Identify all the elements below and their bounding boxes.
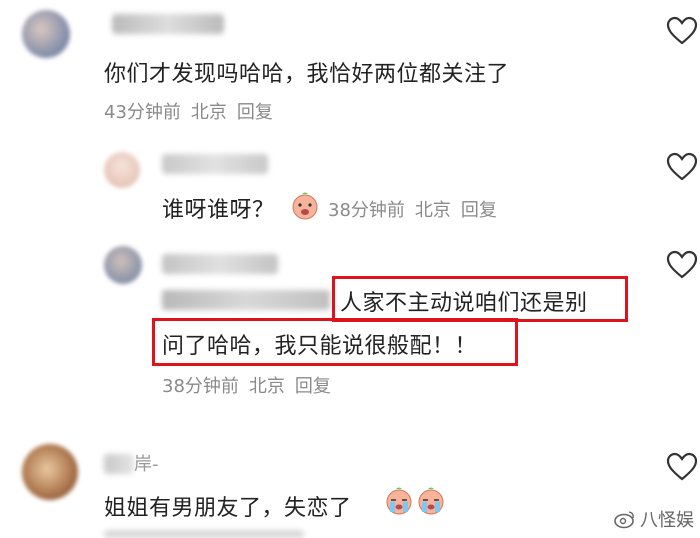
comment-text: 你们才发现吗哈哈，我恰好两位都关注了 — [104, 62, 510, 87]
like-heart-icon[interactable] — [666, 250, 698, 280]
weibo-logo-icon — [614, 511, 634, 529]
comment-text-line1: 人家不主动说咱们还是别 — [340, 291, 588, 316]
watermark: 八怪娱 — [614, 506, 694, 532]
watermark-text: 八怪娱 — [640, 510, 694, 531]
reply-button[interactable]: 回复 — [237, 102, 273, 123]
comment-time: 43分钟前 — [104, 102, 181, 123]
like-heart-icon[interactable] — [666, 452, 698, 482]
avatar[interactable] — [22, 444, 78, 500]
comment-location: 北京 — [190, 102, 227, 123]
reply-button[interactable]: 回复 — [295, 376, 331, 397]
comment-meta: 38分钟前 北京 回复 — [162, 372, 341, 398]
username-blurred[interactable] — [162, 154, 268, 174]
like-heart-icon[interactable] — [666, 152, 698, 182]
meta-cutoff — [104, 530, 304, 538]
comment-text: 姐姐有男朋友了，失恋了 — [104, 496, 352, 521]
avatar[interactable] — [22, 10, 70, 58]
comment-3: 人家不主动说咱们还是别 问了哈哈，我只能说很般配！！ 38分钟前 北京 回复 — [0, 240, 700, 410]
username-blurred[interactable] — [104, 454, 134, 474]
crying-peach-emoji-icon — [418, 487, 444, 515]
comment-1: 你们才发现吗哈哈，我恰好两位都关注了 43分钟前 北京 回复 — [0, 0, 700, 130]
mention-blurred — [162, 290, 330, 310]
comment-4: 岸- 姐姐有男朋友了，失恋了 — [0, 430, 700, 538]
comment-time: 38分钟前 — [328, 200, 405, 221]
crying-peach-emoji-icon — [386, 487, 412, 515]
like-heart-icon[interactable] — [666, 16, 698, 46]
comment-2: 谁呀谁呀？ 38分钟前 北京 回复 — [0, 140, 700, 230]
peach-face-emoji-icon — [292, 192, 318, 220]
avatar[interactable] — [104, 152, 140, 188]
username-blurred[interactable] — [162, 254, 278, 274]
comment-location: 北京 — [414, 200, 451, 221]
username-blurred[interactable] — [112, 14, 224, 34]
comment-text: 谁呀谁呀？ — [162, 198, 275, 223]
avatar[interactable] — [104, 246, 142, 284]
comment-time: 38分钟前 — [162, 376, 239, 397]
comment-meta: 43分钟前 北京 回复 — [104, 98, 283, 124]
reply-button[interactable]: 回复 — [461, 200, 497, 221]
username-visible[interactable]: 岸- — [134, 450, 159, 476]
comment-location: 北京 — [248, 376, 285, 397]
comment-text-line2: 问了哈哈，我只能说很般配！！ — [162, 334, 478, 359]
comment-meta: 38分钟前 北京 回复 — [328, 196, 507, 222]
